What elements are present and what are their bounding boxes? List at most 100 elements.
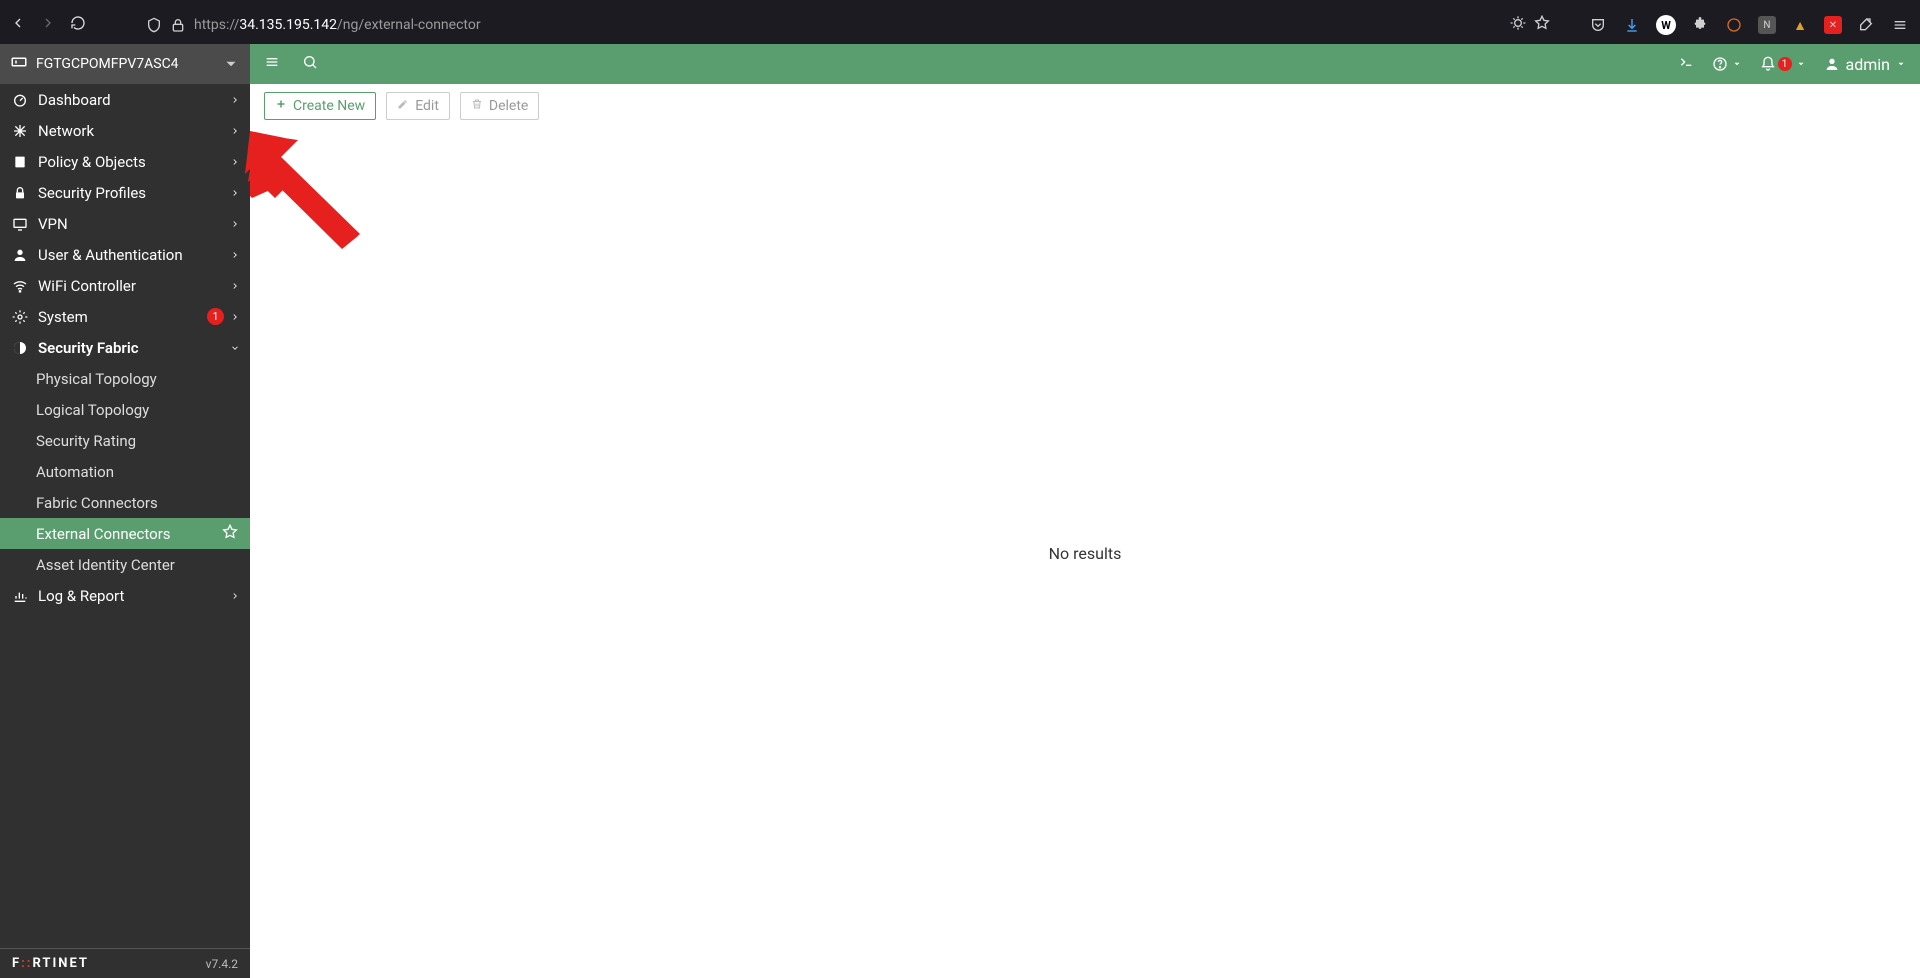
reload-button[interactable] bbox=[70, 15, 86, 35]
sidebar-item-dashboard[interactable]: Dashboard bbox=[0, 84, 250, 115]
sidebar-sub-label: Security Rating bbox=[36, 432, 136, 450]
sidebar-footer: F::RTINET v7.4.2 bbox=[0, 948, 250, 978]
chevron-right-icon bbox=[230, 126, 240, 136]
chevron-down-icon bbox=[230, 343, 240, 353]
extensions-icon[interactable] bbox=[1856, 15, 1876, 35]
sidebar-sub-asset-identity[interactable]: Asset Identity Center bbox=[0, 549, 250, 580]
favorite-star-icon[interactable] bbox=[222, 524, 238, 544]
ext-icon-4[interactable]: ✕ bbox=[1824, 16, 1842, 34]
search-icon[interactable] bbox=[302, 54, 318, 74]
create-new-button[interactable]: Create New bbox=[264, 92, 376, 120]
chevron-right-icon bbox=[230, 281, 240, 291]
system-badge: 1 bbox=[207, 308, 224, 325]
sidebar-sub-automation[interactable]: Automation bbox=[0, 456, 250, 487]
create-label: Create New bbox=[293, 98, 365, 114]
dashboard-icon bbox=[10, 92, 30, 108]
ext-icon-1[interactable] bbox=[1724, 15, 1744, 35]
sidebar-item-label: Policy & Objects bbox=[38, 153, 230, 171]
chevron-right-icon bbox=[230, 157, 240, 167]
trash-icon bbox=[471, 98, 483, 114]
sidebar-item-label: Security Fabric bbox=[38, 339, 230, 357]
sidebar-item-wifi[interactable]: WiFi Controller bbox=[0, 270, 250, 301]
ext-icon-3[interactable]: ▲ bbox=[1790, 15, 1810, 35]
chart-icon bbox=[10, 588, 30, 604]
url-text: https://34.135.195.142/ng/external-conne… bbox=[194, 17, 1502, 33]
main-pane: 1 admin Create New Edit De bbox=[250, 44, 1920, 978]
gear-icon bbox=[10, 309, 30, 325]
sidebar-item-vpn[interactable]: VPN bbox=[0, 208, 250, 239]
back-button[interactable] bbox=[10, 15, 26, 35]
browser-extension-icons: W N ▲ ✕ bbox=[1588, 15, 1910, 35]
menu-icon[interactable] bbox=[1890, 15, 1910, 35]
topbar: 1 admin bbox=[250, 44, 1920, 84]
sidebar-item-log-report[interactable]: Log & Report bbox=[0, 580, 250, 611]
sidebar-sub-fabric-connectors[interactable]: Fabric Connectors bbox=[0, 487, 250, 518]
sidebar-item-label: VPN bbox=[38, 215, 230, 233]
sidebar-sub-label: External Connectors bbox=[36, 525, 171, 543]
edit-label: Edit bbox=[415, 98, 439, 114]
sidebar-sub-label: Logical Topology bbox=[36, 401, 149, 419]
caret-down-icon bbox=[222, 55, 240, 73]
sidebar-sub-label: Asset Identity Center bbox=[36, 556, 175, 574]
cli-icon[interactable] bbox=[1678, 54, 1694, 74]
sidebar-sub-label: Physical Topology bbox=[36, 370, 157, 388]
wifi-icon bbox=[10, 278, 30, 294]
w-icon[interactable]: W bbox=[1656, 15, 1676, 35]
sidebar-item-user-auth[interactable]: User & Authentication bbox=[0, 239, 250, 270]
puzzle-icon[interactable] bbox=[1690, 15, 1710, 35]
chevron-right-icon bbox=[230, 591, 240, 601]
sidebar: FGTGCPOMFPV7ASC4 Dashboard Network Polic… bbox=[0, 44, 250, 978]
vpn-icon bbox=[10, 216, 30, 232]
sidebar-sub-label: Automation bbox=[36, 463, 114, 481]
delete-label: Delete bbox=[489, 98, 528, 114]
sidebar-item-system[interactable]: System 1 bbox=[0, 301, 250, 332]
no-results-label: No results bbox=[1049, 544, 1122, 563]
notification-badge: 1 bbox=[1778, 57, 1792, 71]
plus-icon bbox=[275, 98, 287, 114]
chevron-right-icon bbox=[230, 250, 240, 260]
sidebar-sub-security-rating[interactable]: Security Rating bbox=[0, 425, 250, 456]
chevron-right-icon bbox=[230, 312, 240, 322]
bug-icon[interactable] bbox=[1510, 15, 1526, 35]
ext-icon-2[interactable]: N bbox=[1758, 16, 1776, 34]
shield-icon bbox=[146, 17, 162, 33]
pocket-icon[interactable] bbox=[1588, 15, 1608, 35]
sidebar-item-security-profiles[interactable]: Security Profiles bbox=[0, 177, 250, 208]
sidebar-item-policy[interactable]: Policy & Objects bbox=[0, 146, 250, 177]
help-dropdown[interactable] bbox=[1712, 56, 1742, 72]
device-selector[interactable]: FGTGCPOMFPV7ASC4 bbox=[0, 44, 250, 84]
lock-icon bbox=[170, 17, 186, 33]
sidebar-item-network[interactable]: Network bbox=[0, 115, 250, 146]
version-label: v7.4.2 bbox=[206, 957, 238, 971]
sidebar-sub-external-connectors[interactable]: External Connectors bbox=[0, 518, 250, 549]
device-name-label: FGTGCPOMFPV7ASC4 bbox=[36, 56, 179, 72]
forward-button[interactable] bbox=[40, 15, 56, 35]
sidebar-item-label: Security Profiles bbox=[38, 184, 230, 202]
browser-toolbar: https://34.135.195.142/ng/external-conne… bbox=[0, 6, 1920, 44]
main-content: No results bbox=[250, 128, 1920, 978]
chevron-right-icon bbox=[230, 188, 240, 198]
sidebar-sub-logical-topology[interactable]: Logical Topology bbox=[0, 394, 250, 425]
chevron-right-icon bbox=[230, 95, 240, 105]
sidebar-item-label: Network bbox=[38, 122, 230, 140]
policy-icon bbox=[10, 154, 30, 170]
pencil-icon bbox=[397, 98, 409, 114]
star-icon[interactable] bbox=[1534, 15, 1550, 35]
download-icon[interactable] bbox=[1622, 15, 1642, 35]
delete-button[interactable]: Delete bbox=[460, 92, 539, 120]
user-menu[interactable]: admin bbox=[1824, 55, 1906, 74]
lock-icon bbox=[10, 185, 30, 201]
annotation-arrow-icon bbox=[250, 128, 390, 258]
hamburger-icon[interactable] bbox=[264, 54, 280, 74]
edit-button[interactable]: Edit bbox=[386, 92, 450, 120]
fabric-icon bbox=[10, 340, 30, 356]
sidebar-item-label: WiFi Controller bbox=[38, 277, 230, 295]
fortinet-logo: F::RTINET bbox=[12, 956, 89, 971]
user-icon bbox=[10, 247, 30, 263]
url-bar[interactable]: https://34.135.195.142/ng/external-conne… bbox=[136, 10, 1560, 40]
sidebar-sub-physical-topology[interactable]: Physical Topology bbox=[0, 363, 250, 394]
page-toolbar: Create New Edit Delete bbox=[250, 84, 1920, 128]
sidebar-item-security-fabric[interactable]: Security Fabric bbox=[0, 332, 250, 363]
username-label: admin bbox=[1846, 55, 1890, 74]
notifications-dropdown[interactable]: 1 bbox=[1760, 56, 1806, 72]
